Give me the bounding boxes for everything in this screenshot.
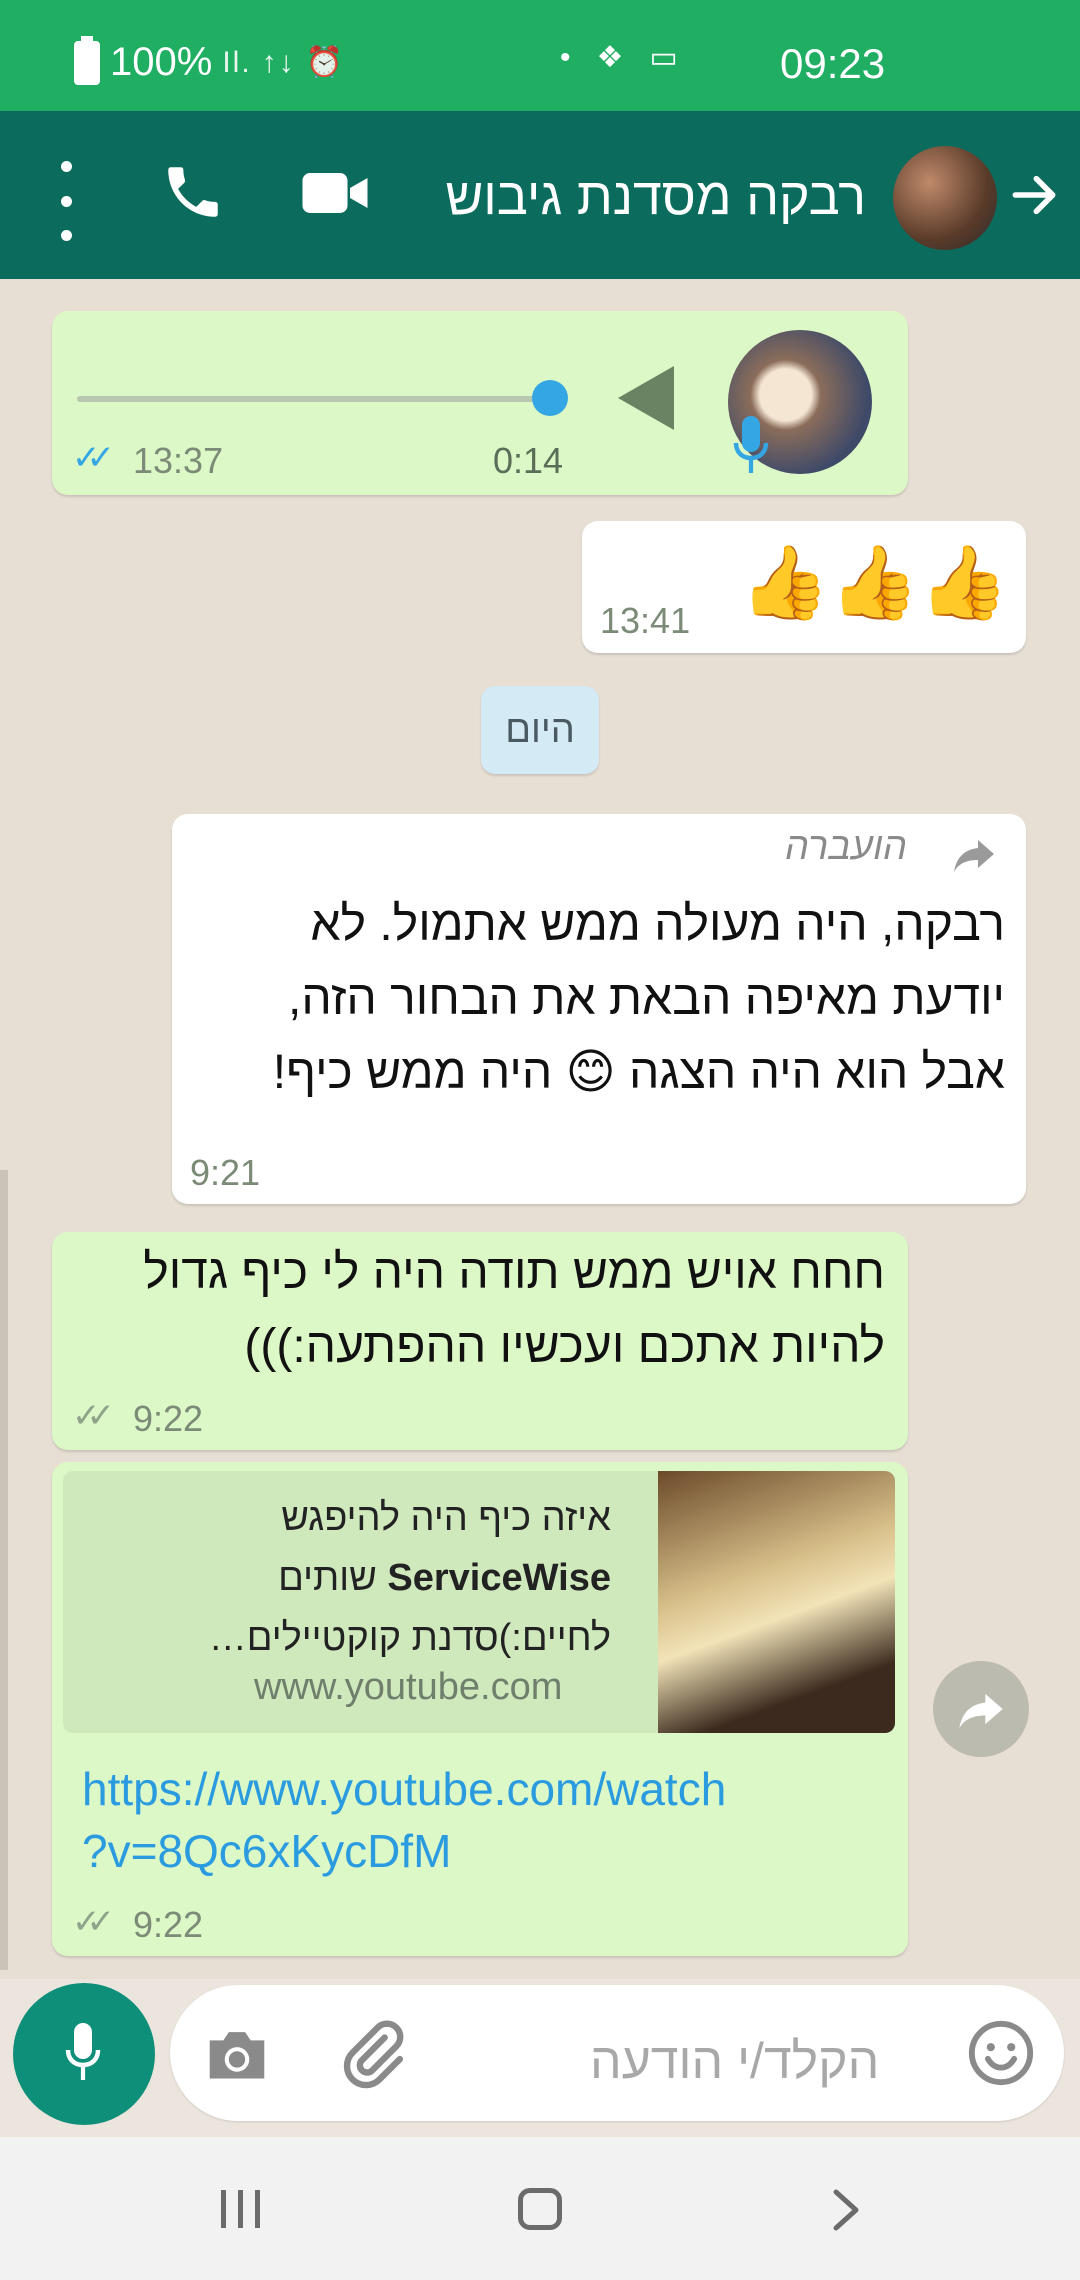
message-text: רבקה, היה מעולה ממש אתמול. לא יודעת מאיפ… — [272, 898, 1005, 1099]
notification-dot-icon: • — [560, 40, 571, 74]
message-input[interactable]: הקלד/י הודעה — [590, 2032, 879, 2090]
nav-back-icon[interactable] — [828, 2188, 864, 2232]
link-title-line-2: ServiceWise שותים — [191, 1548, 611, 1608]
date-separator: היום — [481, 686, 599, 774]
message-text: חחח אויש ממש תודה היה לי כיף גדול להיות … — [143, 1246, 885, 1373]
camera-icon[interactable] — [204, 2024, 270, 2084]
status-bar: 100% Il. ↑↓ ⏰ • ❖ ▭ 09:23 — [0, 0, 1080, 111]
battery-level: 100% — [110, 40, 213, 84]
data-icon: ↑↓ — [261, 45, 296, 79]
status-left: 100% Il. ↑↓ ⏰ — [74, 35, 346, 85]
link-title-line-1: איזה כיף היה להיפגש — [281, 1497, 611, 1539]
link-preview-title: איזה כיף היה להיפגש ServiceWise שותים לח… — [191, 1488, 611, 1668]
emoji-icon[interactable] — [966, 2018, 1036, 2088]
mic-icon — [65, 2023, 101, 2080]
link-title-line-2-text: שותים — [278, 1557, 377, 1599]
message-time: 9:22 — [133, 1904, 204, 1945]
status-right: • ❖ ▭ — [560, 40, 678, 75]
forward-icon — [954, 840, 994, 872]
forwarded-label: הועברה — [785, 826, 908, 868]
battery-icon — [74, 35, 100, 85]
video-icon[interactable] — [300, 167, 370, 219]
message-time: 9:21 — [190, 1152, 261, 1193]
message-time: 9:22 — [133, 1398, 204, 1439]
link-preview-thumbnail[interactable] — [658, 1471, 895, 1733]
delivered-ticks-icon: ✓✓ — [72, 1903, 115, 1941]
nav-recent-icon[interactable] — [219, 2188, 263, 2230]
menu-icon[interactable] — [46, 161, 86, 241]
status-time: 09:23 — [780, 40, 886, 87]
message-time: 13:37 — [133, 440, 224, 481]
read-ticks-icon: ✓✓ — [72, 439, 115, 477]
message-link[interactable]: https://www.youtube.com/watch ?v=8Qc6xKy… — [82, 1758, 862, 1882]
link-url-line-2[interactable]: ?v=8Qc6xKycDfM — [82, 1820, 862, 1882]
alarm-icon: ⏰ — [305, 46, 346, 79]
link-preview-domain: www.youtube.com — [254, 1666, 563, 1708]
signal-icon: Il. — [222, 45, 252, 79]
voice-progress-track[interactable] — [77, 396, 549, 402]
share-icon[interactable] — [933, 1661, 1029, 1757]
voice-duration: 0:14 — [493, 440, 564, 481]
link-title-line-3: לחיים:)סדנת קוקטיילים… — [208, 1617, 611, 1659]
dropbox-icon: ❖ — [596, 41, 624, 74]
nav-home-icon[interactable] — [518, 2188, 562, 2230]
link-url-line-1[interactable]: https://www.youtube.com/watch — [82, 1758, 862, 1820]
attach-icon[interactable] — [338, 2020, 408, 2090]
contact-name[interactable]: רבקה מסדנת גיבוש — [445, 167, 866, 227]
play-icon[interactable] — [618, 366, 674, 430]
mic-icon — [733, 416, 769, 473]
mic-button[interactable] — [13, 1983, 155, 2125]
contact-avatar[interactable] — [890, 143, 1000, 253]
laptop-icon: ▭ — [649, 41, 678, 74]
chat-header: רבקה מסדנת גיבוש — [0, 111, 1080, 279]
delivered-ticks-icon: ✓✓ — [72, 1397, 115, 1435]
brand-name: ServiceWise — [387, 1557, 611, 1599]
thumbs-up-emoji: 👍👍👍 — [740, 543, 1009, 623]
voice-progress-knob[interactable] — [532, 380, 568, 416]
scroll-indicator — [0, 1170, 8, 1970]
call-icon[interactable] — [160, 159, 226, 225]
message-time: 13:41 — [600, 600, 691, 641]
back-arrow-icon[interactable] — [1006, 167, 1062, 223]
